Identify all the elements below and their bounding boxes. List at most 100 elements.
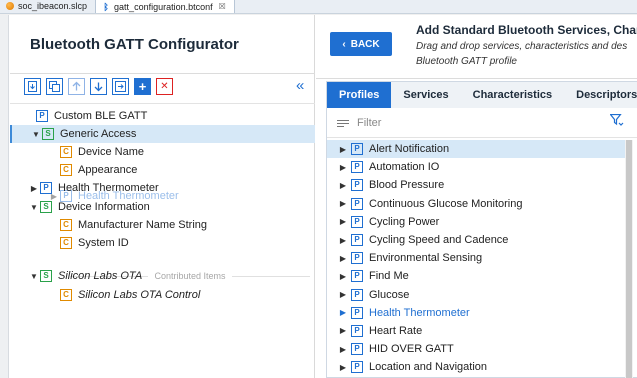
profile-list-item[interactable]: ▶ P Cycling Speed and Cadence xyxy=(327,231,625,249)
profile-label: Find Me xyxy=(369,270,409,283)
characteristic-badge-icon: C xyxy=(60,219,72,231)
profile-list-item[interactable]: ▶ P Heart Rate xyxy=(327,322,625,340)
profile-list-item[interactable]: ▶ P Automation IO xyxy=(327,158,625,176)
tree-item-appearance[interactable]: C Appearance xyxy=(10,161,315,179)
expand-right-icon[interactable]: ▶ xyxy=(337,272,349,281)
profile-list-item[interactable]: ▶ P Continuous Glucose Monitoring xyxy=(327,195,625,213)
tree-item-label: Custom BLE GATT xyxy=(54,110,148,122)
expand-right-icon[interactable]: ▶ xyxy=(337,308,349,317)
service-badge-icon: S xyxy=(40,270,52,282)
expand-right-icon[interactable]: ▶ xyxy=(337,145,349,154)
characteristic-badge-icon: C xyxy=(60,289,72,301)
panel-title: Add Standard Bluetooth Services, Charac xyxy=(416,23,637,37)
tree-item-label: Device Name xyxy=(78,146,145,158)
service-badge-icon: S xyxy=(42,128,54,140)
editor-tab-bar: soc_ibeacon.slcp ᛒ gatt_configuration.bt… xyxy=(0,0,637,14)
tree-item-system-id[interactable]: C System ID xyxy=(10,234,315,252)
copy-button[interactable] xyxy=(46,78,63,95)
profile-label: Alert Notification xyxy=(369,143,450,156)
expand-right-icon[interactable]: ▶ xyxy=(337,236,349,245)
tree-toolbar: + ✕ xyxy=(24,78,173,95)
profile-label: Glucose xyxy=(369,288,410,301)
profile-list-item[interactable]: ▶ P Blood Pressure xyxy=(327,176,625,194)
tree-item-label: Silicon Labs OTA Control xyxy=(78,289,201,301)
tree-item-label: Manufacturer Name String xyxy=(78,219,207,231)
characteristic-badge-icon: C xyxy=(60,146,72,158)
profile-list-item[interactable]: ▶ P Cycling Power xyxy=(327,213,625,231)
profile-list-item[interactable]: ▶ P Health Thermometer xyxy=(327,304,625,322)
tab-profiles[interactable]: Profiles xyxy=(327,82,392,108)
tree-item-label: Silicon Labs OTA xyxy=(58,270,143,282)
expand-right-icon[interactable]: ▶ xyxy=(337,363,349,372)
tree-item-label: System ID xyxy=(78,237,129,249)
tree-item-custom-ble-gatt[interactable]: P Custom BLE GATT xyxy=(10,107,315,125)
characteristic-badge-icon: C xyxy=(60,164,72,176)
profile-badge-icon: P xyxy=(351,270,363,283)
back-button[interactable]: ‹ BACK xyxy=(330,32,392,56)
tab-characteristics[interactable]: Characteristics xyxy=(461,82,565,108)
profile-label: Continuous Glucose Monitoring xyxy=(369,197,523,210)
profile-label: Automation IO xyxy=(369,161,440,174)
expand-right-icon[interactable]: ▶ xyxy=(337,345,349,354)
expand-right-icon[interactable]: ▶ xyxy=(337,254,349,263)
export-button[interactable] xyxy=(112,78,129,95)
move-up-button[interactable] xyxy=(68,78,85,95)
tree-item-generic-access[interactable]: ▼ S Generic Access xyxy=(10,125,315,143)
profile-list-item[interactable]: ▶ P Location and Navigation xyxy=(327,358,625,376)
tab-services[interactable]: Services xyxy=(391,82,460,108)
tree-item-label: Health Thermometer xyxy=(58,182,159,194)
editor-tab-slcp[interactable]: soc_ibeacon.slcp xyxy=(0,0,95,13)
tree-item-health-thermometer[interactable]: ▶ P Health Thermometer xyxy=(10,179,315,197)
filter-input[interactable]: Filter xyxy=(357,117,381,129)
profile-badge-icon: P xyxy=(351,343,363,356)
filter-list-icon xyxy=(337,118,349,129)
add-button[interactable]: + xyxy=(134,78,151,95)
back-label: BACK xyxy=(350,38,380,50)
tree-item-ota-control[interactable]: C Silicon Labs OTA Control xyxy=(10,286,315,304)
profile-list-item[interactable]: ▶ P HID OVER GATT xyxy=(327,340,625,358)
profile-label: Environmental Sensing xyxy=(369,252,483,265)
delete-button[interactable]: ✕ xyxy=(156,78,173,95)
close-tab-icon[interactable]: ☒ xyxy=(219,2,226,11)
profile-badge-icon: P xyxy=(351,306,363,319)
profile-list-item[interactable]: ▶ P Find Me xyxy=(327,267,625,285)
standard-services-pane: ‹ BACK Add Standard Bluetooth Services, … xyxy=(316,15,637,378)
expand-down-icon[interactable]: ▼ xyxy=(30,130,42,139)
tree-item-manufacturer-name[interactable]: C Manufacturer Name String xyxy=(10,216,315,234)
characteristic-badge-icon: C xyxy=(60,237,72,249)
catalog-panel: Profiles Services Characteristics Descri… xyxy=(326,81,637,378)
expand-down-icon[interactable]: ▼ xyxy=(28,272,40,281)
profile-list-item[interactable]: ▶ P Alert Notification xyxy=(327,140,625,159)
expand-right-icon[interactable]: ▶ xyxy=(337,217,349,226)
profile-list-scrollbar[interactable] xyxy=(625,140,633,378)
funnel-icon[interactable] xyxy=(609,113,624,131)
profile-badge-icon: P xyxy=(351,143,363,156)
expand-right-icon[interactable]: ▶ xyxy=(28,184,40,193)
expand-right-icon[interactable]: ▶ xyxy=(337,199,349,208)
scrollbar-thumb[interactable] xyxy=(626,140,632,378)
tree-item-silicon-labs-ota[interactable]: ▼ S Silicon Labs OTA xyxy=(10,267,315,285)
profile-list-item[interactable]: ▶ P Environmental Sensing xyxy=(327,249,625,267)
tree-item-device-information[interactable]: ▼ S Device Information xyxy=(10,198,315,216)
expand-right-icon[interactable]: ▶ xyxy=(337,163,349,172)
import-button[interactable] xyxy=(24,78,41,95)
copy-icon xyxy=(49,81,60,92)
expand-right-icon[interactable]: ▶ xyxy=(337,181,349,190)
tree-item-device-name[interactable]: C Device Name xyxy=(10,143,315,161)
move-down-button[interactable] xyxy=(90,78,107,95)
arrow-up-icon xyxy=(72,81,81,91)
profile-badge-icon: P xyxy=(351,361,363,374)
tab-descriptors[interactable]: Descriptors xyxy=(564,82,637,108)
editor-tab-btconf[interactable]: ᛒ gatt_configuration.btconf ☒ xyxy=(95,0,235,13)
collapse-panel-icon[interactable]: « xyxy=(296,78,304,94)
expand-right-icon[interactable]: ▶ xyxy=(337,326,349,335)
profile-badge-icon: P xyxy=(351,324,363,337)
filter-bar: Filter xyxy=(327,111,637,135)
profile-badge-icon: P xyxy=(351,215,363,228)
expand-down-icon[interactable]: ▼ xyxy=(28,203,40,212)
chevron-left-icon: ‹ xyxy=(342,38,346,50)
expand-right-icon[interactable]: ▶ xyxy=(337,290,349,299)
catalog-tabs: Profiles Services Characteristics Descri… xyxy=(327,82,637,108)
profile-list-item[interactable]: ▶ P Glucose xyxy=(327,286,625,304)
divider xyxy=(10,73,315,74)
